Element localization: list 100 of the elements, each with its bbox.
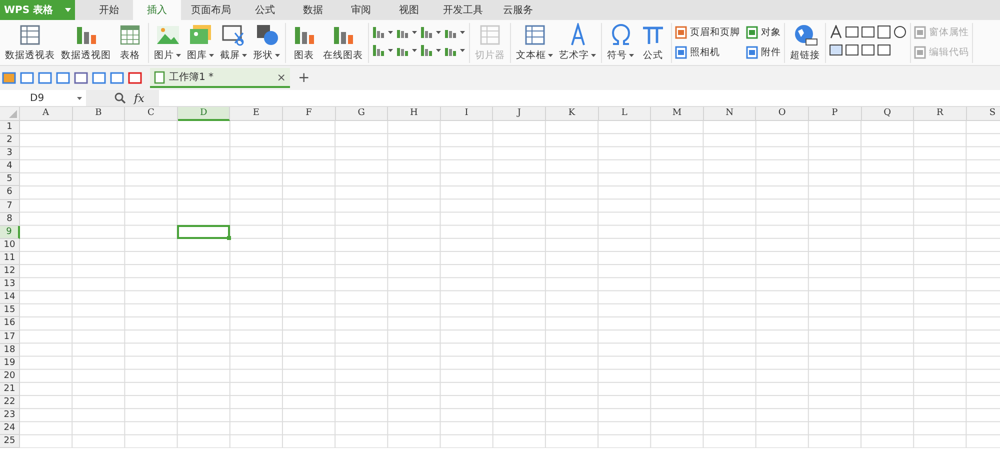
toolbar-icon[interactable] <box>128 71 142 85</box>
toolbar-icon[interactable] <box>56 71 70 85</box>
ribbon-button[interactable]: 超链接 <box>788 23 822 62</box>
ribbon-button[interactable]: 符号 <box>605 23 636 62</box>
ribbon-button[interactable]: 截屏 <box>218 23 249 62</box>
ribbon-button[interactable]: 艺术字 <box>557 23 598 62</box>
row-header[interactable]: 23 <box>0 409 20 422</box>
chart-type-icon[interactable] <box>420 25 442 39</box>
toolbar-icon[interactable] <box>110 71 124 85</box>
column-header[interactable]: D <box>178 107 230 121</box>
row-header[interactable]: 10 <box>0 238 20 252</box>
column-header[interactable]: N <box>704 107 756 121</box>
column-header[interactable]: L <box>598 107 652 121</box>
row-header[interactable]: 7 <box>0 200 20 213</box>
ribbon-tab[interactable]: 页面布局 <box>181 0 241 20</box>
new-tab-button[interactable]: + <box>294 70 314 86</box>
ribbon-button[interactable]: 图表 <box>289 23 319 62</box>
row-header[interactable]: 21 <box>0 382 20 396</box>
ribbon-button[interactable]: 表格 <box>115 23 145 62</box>
column-header[interactable]: A <box>20 107 73 121</box>
form-control-icon[interactable] <box>861 43 875 57</box>
ribbon-button[interactable]: 附件 <box>746 43 781 61</box>
toolbar-icon[interactable] <box>92 71 106 85</box>
ribbon-button[interactable]: 页眉和页脚 <box>675 23 740 41</box>
column-header[interactable]: R <box>914 107 967 121</box>
form-control-icon[interactable] <box>829 25 843 39</box>
ribbon-tab[interactable]: 视图 <box>385 0 433 20</box>
column-header[interactable]: S <box>966 107 1000 121</box>
row-header[interactable]: 5 <box>0 173 20 186</box>
ribbon-button[interactable]: 对象 <box>746 23 781 41</box>
function-button[interactable]: fx <box>134 92 144 104</box>
row-header[interactable]: 12 <box>0 265 20 278</box>
ribbon-tab[interactable]: 审阅 <box>337 0 385 20</box>
ribbon-tab[interactable]: 开发工具 <box>433 0 493 20</box>
column-header[interactable]: Q <box>862 107 914 121</box>
form-control-icon[interactable] <box>829 43 843 57</box>
ribbon-tab[interactable]: 开始 <box>85 0 133 20</box>
column-header[interactable]: J <box>493 107 546 121</box>
column-header[interactable]: I <box>440 107 494 121</box>
ribbon-button[interactable]: 形状 <box>251 23 282 62</box>
ribbon-button[interactable]: 在线图表 <box>321 23 365 62</box>
row-header[interactable]: 3 <box>0 147 20 160</box>
row-header[interactable]: 25 <box>0 435 20 448</box>
row-header[interactable]: 19 <box>0 356 20 370</box>
row-header[interactable]: 15 <box>0 304 20 318</box>
row-header[interactable]: 14 <box>0 291 20 304</box>
ribbon-button[interactable]: 数据透视图 <box>59 23 113 62</box>
ribbon-button[interactable]: 图片 <box>152 23 183 62</box>
column-header[interactable]: B <box>72 107 126 121</box>
formula-input[interactable] <box>159 90 1000 106</box>
ribbon-button[interactable]: 公式 <box>638 23 668 62</box>
row-header[interactable]: 20 <box>0 370 20 383</box>
row-header[interactable]: 22 <box>0 396 20 410</box>
column-header[interactable]: H <box>388 107 441 121</box>
row-header[interactable]: 17 <box>0 330 20 344</box>
search-icon[interactable] <box>114 92 126 104</box>
row-header[interactable]: 24 <box>0 422 20 436</box>
active-cell[interactable] <box>176 224 230 239</box>
toolbar-icon[interactable] <box>20 71 34 85</box>
column-header[interactable]: M <box>651 107 704 121</box>
form-control-icon[interactable] <box>877 25 891 39</box>
close-tab-button[interactable]: × <box>276 70 286 84</box>
name-box[interactable]: D9 <box>0 90 86 106</box>
row-header[interactable]: 2 <box>0 134 20 148</box>
chart-type-icon[interactable] <box>372 25 394 39</box>
chart-type-icon[interactable] <box>420 43 442 57</box>
row-header[interactable]: 18 <box>0 344 20 357</box>
form-control-icon[interactable] <box>893 25 907 39</box>
document-tab[interactable]: 工作簿1 * × <box>150 68 290 88</box>
ribbon-tab[interactable]: 插入 <box>133 0 181 20</box>
ribbon-button[interactable]: 照相机 <box>675 43 740 61</box>
column-header[interactable]: F <box>282 107 336 121</box>
column-header[interactable]: E <box>230 107 283 121</box>
ribbon-tab[interactable]: 云服务 <box>493 0 543 20</box>
ribbon-tab[interactable]: 公式 <box>241 0 289 20</box>
row-header[interactable]: 16 <box>0 317 20 330</box>
form-control-icon[interactable] <box>861 25 875 39</box>
row-header[interactable]: 6 <box>0 186 20 200</box>
chart-type-icon[interactable] <box>372 43 394 57</box>
row-header[interactable]: 13 <box>0 278 20 292</box>
ribbon-button[interactable]: 图库 <box>185 23 216 62</box>
form-control-icon[interactable] <box>845 43 859 57</box>
column-header[interactable]: O <box>756 107 809 121</box>
toolbar-icon[interactable] <box>74 71 88 85</box>
ribbon-button[interactable]: 文本框 <box>514 23 555 62</box>
toolbar-icon[interactable] <box>2 71 16 85</box>
toolbar-icon[interactable] <box>38 71 52 85</box>
row-header[interactable]: 1 <box>0 121 20 134</box>
ribbon-button[interactable]: 数据透视表 <box>3 23 57 62</box>
column-header[interactable]: G <box>336 107 388 121</box>
column-header[interactable]: K <box>546 107 599 121</box>
form-control-icon[interactable] <box>877 43 891 57</box>
column-header[interactable]: P <box>808 107 862 121</box>
ribbon-tab[interactable]: 数据 <box>289 0 337 20</box>
column-header[interactable]: C <box>125 107 178 121</box>
row-header[interactable]: 9 <box>0 226 20 239</box>
form-control-icon[interactable] <box>845 25 859 39</box>
row-header[interactable]: 11 <box>0 252 20 266</box>
row-header[interactable]: 4 <box>0 160 20 174</box>
row-header[interactable]: 8 <box>0 212 20 226</box>
